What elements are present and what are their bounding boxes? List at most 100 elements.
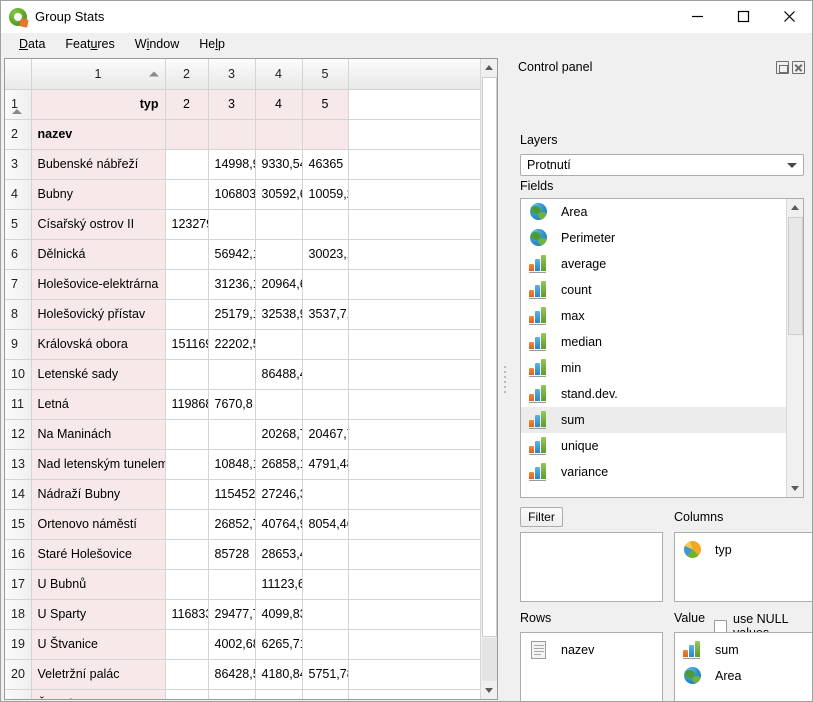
table-cell-name[interactable]: Ortenovo náměstí — [31, 509, 166, 540]
value-item[interactable]: sum — [675, 637, 812, 663]
row-header[interactable]: 4 — [5, 179, 32, 210]
table-cell-name[interactable]: typ — [31, 89, 166, 120]
table-cell-c5[interactable]: 5751,78 — [302, 659, 349, 690]
column-header-3[interactable]: 3 — [208, 59, 256, 90]
table-cell-c5[interactable] — [302, 629, 349, 660]
scroll-down-arrow-icon[interactable] — [481, 682, 497, 699]
row-header[interactable]: 18 — [5, 599, 32, 630]
column-header-4[interactable]: 4 — [255, 59, 303, 90]
table-cell-c2[interactable] — [165, 659, 209, 690]
menu-help[interactable]: Help — [189, 35, 235, 53]
table-cell-name[interactable]: Bubenské nábřeží — [31, 149, 166, 180]
table-cell-c3[interactable]: 25179,1 — [208, 299, 256, 330]
table-cell-c3[interactable]: 7670,8 — [208, 389, 256, 420]
table-cell-name[interactable]: Letná — [31, 389, 166, 420]
table-cell-c5[interactable] — [302, 569, 349, 600]
table-cell-name[interactable]: Královská obora — [31, 329, 166, 360]
fields-scroll-down-arrow-icon[interactable] — [787, 480, 803, 497]
table-corner-cell[interactable] — [5, 59, 32, 90]
column-header-1[interactable]: 1 — [31, 59, 166, 90]
table-cell-c4[interactable] — [255, 209, 303, 240]
table-cell-c3[interactable] — [208, 419, 256, 450]
table-cell-name[interactable]: Dělnická — [31, 239, 166, 270]
row-header[interactable]: 13 — [5, 449, 32, 480]
table-cell-name[interactable]: U Štvanice — [31, 629, 166, 660]
scroll-up-arrow-icon[interactable] — [481, 59, 497, 76]
table-cell-c4[interactable]: 86488,4 — [255, 359, 303, 390]
field-item-sum[interactable]: sum — [521, 407, 786, 433]
table-cell-c3[interactable]: 31236,1 — [208, 269, 256, 300]
table-cell-c4[interactable]: 28653,4 — [255, 539, 303, 570]
table-cell-c2[interactable]: 2 — [165, 89, 209, 120]
row-header[interactable]: 21 — [5, 689, 32, 699]
rows-dropzone[interactable]: nazev — [520, 632, 663, 701]
row-header[interactable]: 8 — [5, 299, 32, 330]
field-item-max[interactable]: max — [521, 303, 786, 329]
table-cell-c4[interactable]: 11123,6 — [255, 569, 303, 600]
field-item-median[interactable]: median — [521, 329, 786, 355]
table-cell-name[interactable]: Císařský ostrov II — [31, 209, 166, 240]
table-cell-c4[interactable]: 4 — [255, 89, 303, 120]
fields-listbox[interactable]: Area Perimeter average count max median min sta… — [520, 198, 804, 498]
table-cell-name[interactable]: Na Maninách — [31, 419, 166, 450]
close-panel-icon[interactable] — [792, 60, 805, 74]
table-cell-c2[interactable] — [165, 119, 209, 150]
table-cell-c4[interactable]: 20964,6 — [255, 269, 303, 300]
table-cell-c5[interactable] — [302, 269, 349, 300]
table-scrollbar-thumb[interactable] — [482, 77, 497, 637]
table-cell-c3[interactable] — [208, 569, 256, 600]
table-cell-c5[interactable] — [302, 119, 349, 150]
field-item-average[interactable]: average — [521, 251, 786, 277]
table-cell-c5[interactable] — [302, 479, 349, 510]
table-cell-c5[interactable] — [302, 539, 349, 570]
table-cell-c2[interactable] — [165, 299, 209, 330]
table-cell-name[interactable]: Nad letenským tunelem — [31, 449, 166, 480]
table-scrollbar-track[interactable] — [482, 638, 497, 681]
table-cell-c4[interactable] — [255, 119, 303, 150]
table-cell-name[interactable]: Holešovický přístav — [31, 299, 166, 330]
filter-button[interactable]: Filter — [520, 507, 563, 527]
table-cell-c4[interactable]: 4099,83 — [255, 599, 303, 630]
table-cell-name[interactable]: U Sparty — [31, 599, 166, 630]
row-header[interactable]: 2 — [5, 119, 32, 150]
table-cell-c4[interactable]: 4180,84 — [255, 659, 303, 690]
row-header[interactable]: 7 — [5, 269, 32, 300]
filter-dropzone[interactable] — [520, 532, 663, 602]
table-cell-c5[interactable]: 5 — [302, 89, 349, 120]
table-cell-name[interactable]: Nádraží Bubny — [31, 479, 166, 510]
table-cell-c2[interactable]: 116833 — [165, 599, 209, 630]
field-item-count[interactable]: count — [521, 277, 786, 303]
table-cell-c2[interactable] — [165, 569, 209, 600]
table-cell-c2[interactable] — [165, 359, 209, 390]
row-header[interactable]: 15 — [5, 509, 32, 540]
table-cell-c2[interactable] — [165, 629, 209, 660]
maximize-button[interactable] — [720, 1, 766, 33]
row-header[interactable]: 16 — [5, 539, 32, 570]
table-cell-c2[interactable] — [165, 149, 209, 180]
use-null-values-checkbox-box[interactable] — [714, 619, 727, 633]
table-cell-c5[interactable]: 10059,2 — [302, 179, 349, 210]
table-cell-c5[interactable]: 8054,46 — [302, 509, 349, 540]
table-cell-c5[interactable]: 3537,71 — [302, 299, 349, 330]
value-item[interactable]: Area — [675, 663, 812, 689]
fields-scrollbar-thumb[interactable] — [788, 217, 803, 335]
table-cell-c5[interactable] — [302, 599, 349, 630]
table-cell-c4[interactable]: 9330,54 — [255, 149, 303, 180]
table-cell-c2[interactable]: 151169 — [165, 329, 209, 360]
table-cell-c3[interactable]: 86428,5 — [208, 659, 256, 690]
row-header[interactable]: 17 — [5, 569, 32, 600]
table-cell-c3[interactable]: 85728 — [208, 539, 256, 570]
table-cell-c5[interactable]: 4791,48 — [302, 449, 349, 480]
table-cell-c3[interactable]: 3 — [208, 89, 256, 120]
field-item-perimeter[interactable]: Perimeter — [521, 225, 786, 251]
table-cell-c2[interactable] — [165, 449, 209, 480]
row-header[interactable]: 12 — [5, 419, 32, 450]
table-cell-c4[interactable] — [255, 239, 303, 270]
table-cell-c5[interactable] — [302, 329, 349, 360]
field-item-stand-dev-[interactable]: stand.dev. — [521, 381, 786, 407]
table-cell-c4[interactable]: 6265,71 — [255, 629, 303, 660]
table-cell-name[interactable]: Letenské sady — [31, 359, 166, 390]
table-cell-c3[interactable] — [208, 359, 256, 390]
table-cell-name[interactable]: Staré Holešovice — [31, 539, 166, 570]
table-cell-c4[interactable] — [255, 329, 303, 360]
